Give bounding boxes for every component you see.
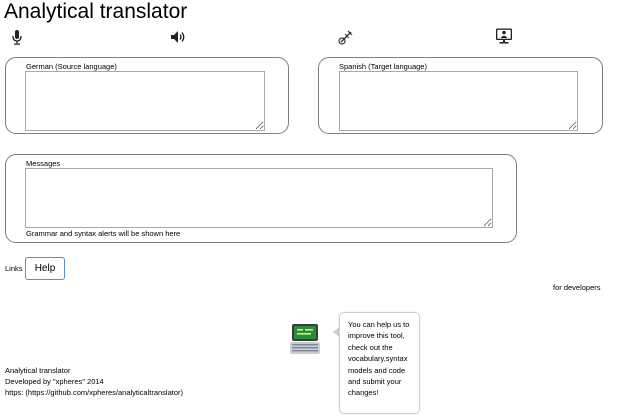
help-button[interactable]: Help <box>25 257 65 280</box>
footer-app-name: Analytical translator <box>5 366 71 375</box>
target-text-input[interactable] <box>339 71 578 131</box>
messages-output[interactable] <box>25 168 493 228</box>
messages-label: Messages <box>26 159 61 168</box>
target-language-label: Spanish (Target language) <box>339 62 427 71</box>
laptop-code-icon[interactable] <box>289 322 321 358</box>
for-developers-label: for developers <box>553 283 601 292</box>
microphone-icon[interactable] <box>8 28 26 46</box>
footer-repo-link[interactable]: https: (https://github.com/xpheres/analy… <box>5 388 183 397</box>
links-label: Links <box>5 264 23 273</box>
source-text-input[interactable] <box>25 71 265 131</box>
monitor-user-icon[interactable] <box>495 27 513 45</box>
messages-note: Grammar and syntax alerts will be shown … <box>26 229 181 238</box>
page-title: Analytical translator <box>4 0 188 23</box>
speaker-icon[interactable] <box>169 28 187 46</box>
footer-developed-by: Developed by "xpheres" 2014 <box>5 377 104 386</box>
tools-icon[interactable] <box>337 28 355 46</box>
source-language-label: German (Source language) <box>26 62 117 71</box>
promo-bubble: You can help us to improve this tool, ch… <box>339 312 420 414</box>
promo-text: You can help us to improve this tool, ch… <box>348 320 410 398</box>
